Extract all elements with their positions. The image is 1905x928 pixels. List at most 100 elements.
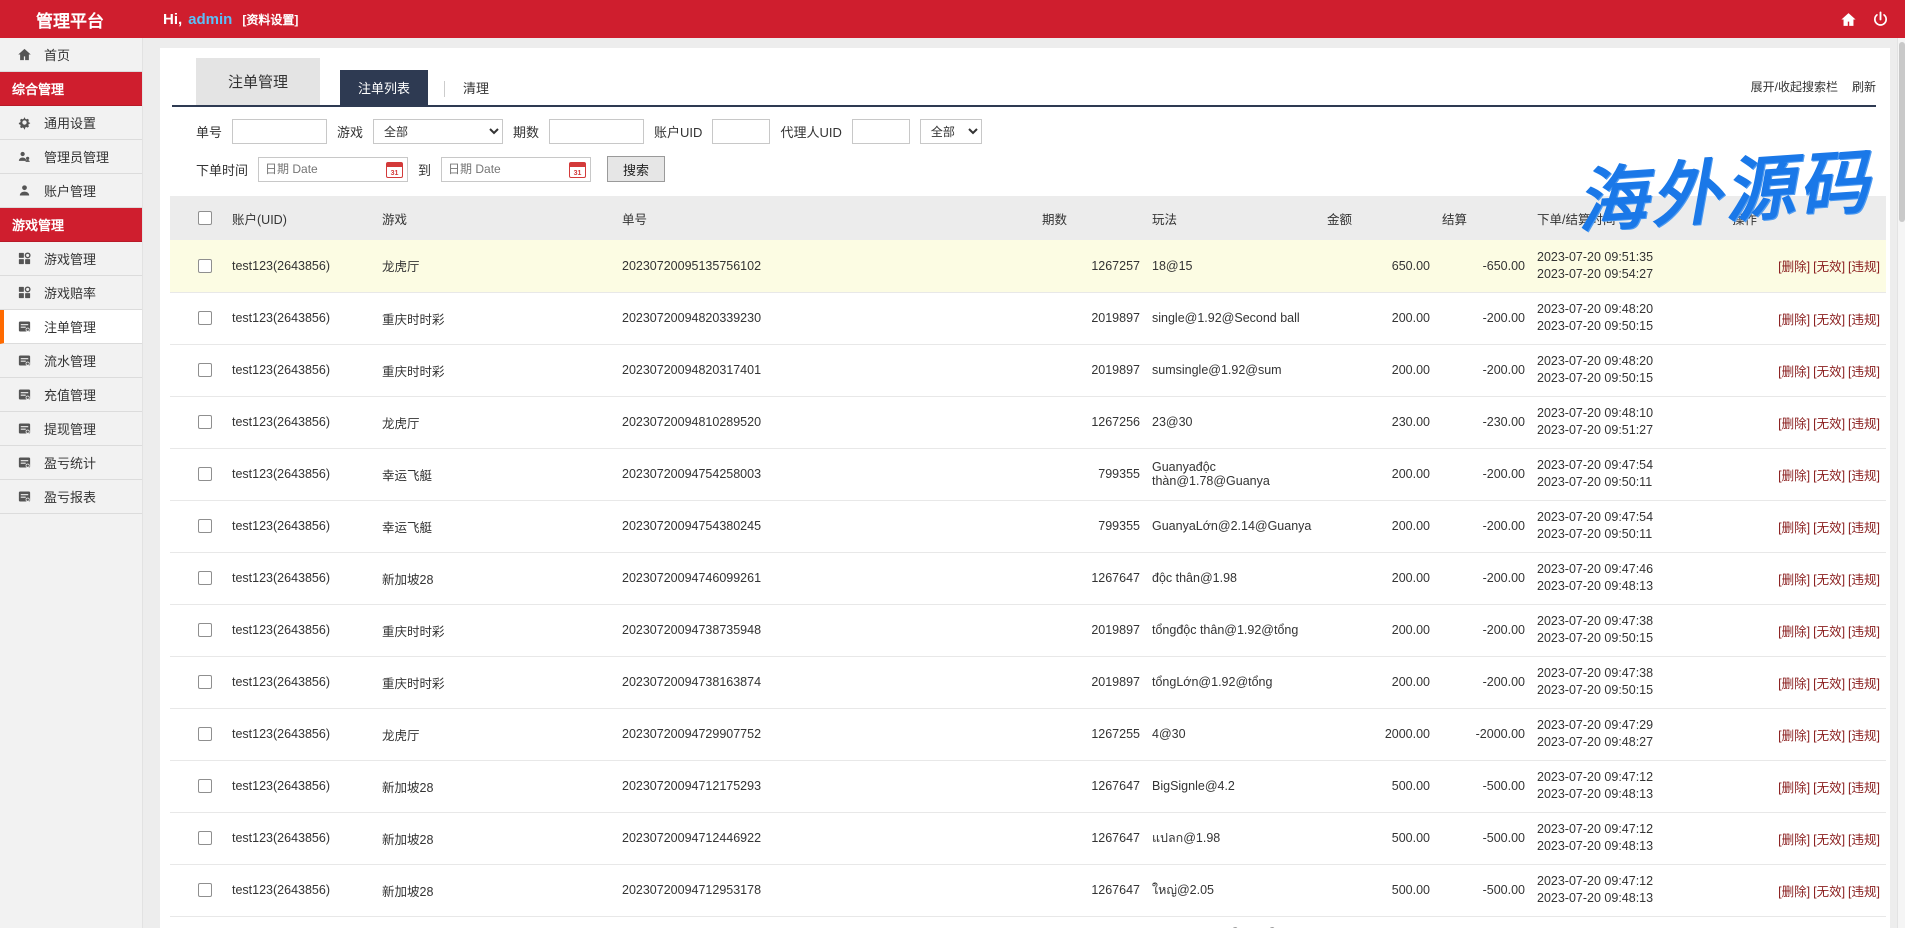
delete-link[interactable]: [删除] [1778,625,1810,639]
cell-actions: [删除][无效][违规] [1726,292,1886,344]
invalid-link[interactable]: [无效] [1813,521,1845,535]
calendar-icon[interactable] [386,162,403,178]
row-checkbox[interactable] [198,571,212,585]
home-icon[interactable] [1839,10,1857,28]
period-input[interactable] [549,119,644,144]
profile-settings-link[interactable]: [资料设置] [242,11,298,28]
invalid-link[interactable]: [无效] [1813,625,1845,639]
cell-play: 18@15 [1146,240,1321,292]
account-uid-input[interactable] [712,119,770,144]
cell-game: 重庆时时彩 [376,292,616,344]
invalid-link[interactable]: [无效] [1813,781,1845,795]
table-row: test123(2643856)重庆时时彩2023072009482031740… [170,344,1886,396]
row-checkbox[interactable] [198,779,212,793]
row-checkbox[interactable] [198,311,212,325]
sidebar-item-home[interactable]: 首页 [0,38,142,72]
violation-link[interactable]: [违规] [1848,469,1880,483]
sidebar-item-withdraw-management[interactable]: 提现管理 [0,412,142,446]
toggle-search-link[interactable]: 展开/收起搜索栏 [1751,78,1838,95]
sidebar-item-general-settings[interactable]: 通用设置 [0,106,142,140]
sidebar-item-game-odds[interactable]: 游戏赔率 [0,276,142,310]
invalid-link[interactable]: [无效] [1813,833,1845,847]
invalid-link[interactable]: [无效] [1813,677,1845,691]
violation-link[interactable]: [违规] [1848,260,1880,274]
violation-link[interactable]: [违规] [1848,677,1880,691]
row-checkbox[interactable] [198,415,212,429]
sidebar-item-label: 账户管理 [44,181,96,200]
violation-link[interactable]: [违规] [1848,417,1880,431]
delete-link[interactable]: [删除] [1778,885,1810,899]
row-checkbox[interactable] [198,675,212,689]
violation-link[interactable]: [违规] [1848,573,1880,587]
sidebar-item-recharge-management[interactable]: 充值管理 [0,378,142,412]
scrollbar-track[interactable] [1897,38,1905,928]
delete-link[interactable]: [删除] [1778,313,1810,327]
delete-link[interactable]: [删除] [1778,469,1810,483]
time-settled: 2023-07-20 09:48:27 [1537,734,1720,751]
sidebar-item-profit-report[interactable]: 盈亏报表 [0,480,142,514]
row-checkbox[interactable] [198,519,212,533]
cell-checkbox [170,812,226,864]
invalid-link[interactable]: [无效] [1813,313,1845,327]
delete-link[interactable]: [删除] [1778,417,1810,431]
calendar-icon[interactable] [569,162,586,178]
violation-link[interactable]: [违规] [1848,365,1880,379]
scrollbar-thumb[interactable] [1899,42,1905,222]
row-checkbox[interactable] [198,467,212,481]
violation-link[interactable]: [违规] [1848,781,1880,795]
cell-checkbox [170,916,226,928]
invalid-link[interactable]: [无效] [1813,573,1845,587]
delete-link[interactable]: [删除] [1778,521,1810,535]
sidebar-item-account-management[interactable]: 账户管理 [0,174,142,208]
sidebar-item-profit-stats[interactable]: 盈亏统计 [0,446,142,480]
invalid-link[interactable]: [无效] [1813,365,1845,379]
violation-link[interactable]: [违规] [1848,521,1880,535]
delete-link[interactable]: [删除] [1778,677,1810,691]
sidebar-item-bet-management[interactable]: 注单管理 [0,310,142,344]
delete-link[interactable]: [删除] [1778,729,1810,743]
cell-game: 新加坡28 [376,552,616,604]
col-amount: 金额 [1321,196,1436,240]
delete-link[interactable]: [删除] [1778,833,1810,847]
invalid-link[interactable]: [无效] [1813,729,1845,743]
invalid-link[interactable]: [无效] [1813,469,1845,483]
sidebar-item-admin-management[interactable]: 管理员管理 [0,140,142,174]
cell-period: 799355 [1036,500,1146,552]
invalid-link[interactable]: [无效] [1813,260,1845,274]
cell-period: 1267647 [1036,812,1146,864]
cell-order-no: 20230720094746099261 [616,552,1036,604]
delete-link[interactable]: [删除] [1778,781,1810,795]
sidebar-item-flow-management[interactable]: 流水管理 [0,344,142,378]
refresh-link[interactable]: 刷新 [1852,78,1876,95]
violation-link[interactable]: [违规] [1848,729,1880,743]
delete-link[interactable]: [删除] [1778,260,1810,274]
cell-period: 2019897 [1036,656,1146,708]
sidebar-section-label: 综合管理 [12,79,64,98]
invalid-link[interactable]: [无效] [1813,885,1845,899]
agent-uid-input[interactable] [852,119,910,144]
order-no-input[interactable] [232,119,327,144]
game-select[interactable]: 全部 [373,119,503,144]
sidebar-item-game-management[interactable]: 游戏管理 [0,242,142,276]
power-icon[interactable] [1871,10,1889,28]
cell-play: Guanyađộc thàn@1.78@Guanya [1146,448,1321,500]
select-all-checkbox[interactable] [198,211,212,225]
delete-link[interactable]: [删除] [1778,365,1810,379]
status-select[interactable]: 全部 [920,119,982,144]
delete-link[interactable]: [删除] [1778,573,1810,587]
search-button[interactable]: 搜索 [607,156,665,182]
row-checkbox[interactable] [198,623,212,637]
row-checkbox[interactable] [198,883,212,897]
row-checkbox[interactable] [198,259,212,273]
row-checkbox[interactable] [198,727,212,741]
violation-link[interactable]: [违规] [1848,833,1880,847]
violation-link[interactable]: [违规] [1848,625,1880,639]
tab-bet-list[interactable]: 注单列表 [340,70,428,105]
time-settled: 2023-07-20 09:50:15 [1537,370,1720,387]
violation-link[interactable]: [违规] [1848,313,1880,327]
tab-clean[interactable]: 清理 [445,70,507,105]
row-checkbox[interactable] [198,363,212,377]
row-checkbox[interactable] [198,831,212,845]
invalid-link[interactable]: [无效] [1813,417,1845,431]
violation-link[interactable]: [违规] [1848,885,1880,899]
